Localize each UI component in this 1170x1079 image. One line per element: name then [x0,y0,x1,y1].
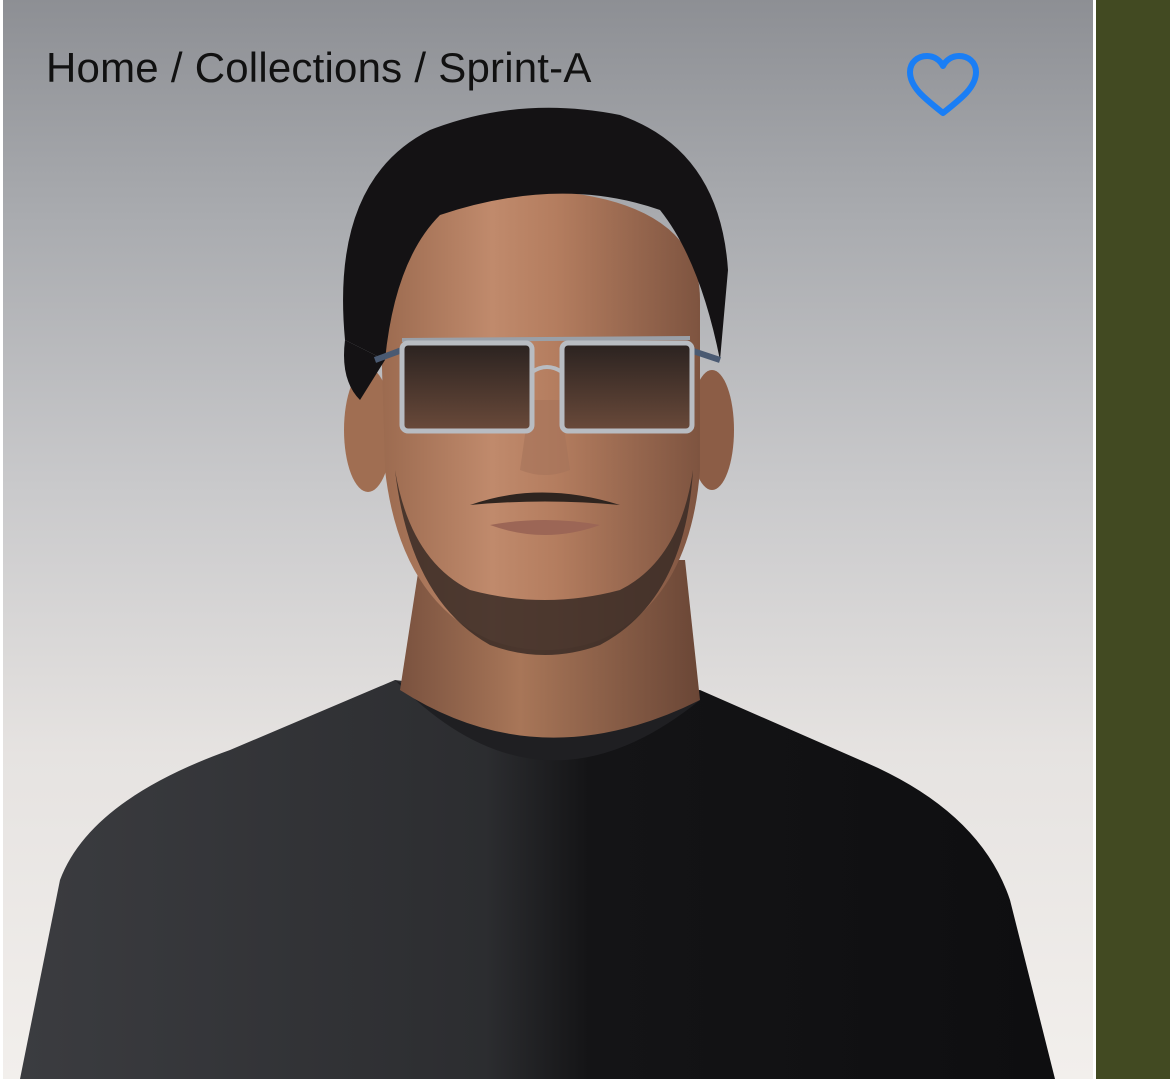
model-portrait [20,107,1055,1079]
heart-outline-icon [907,53,979,116]
breadcrumb-home-link[interactable]: Home [46,44,159,91]
side-panel [1093,0,1170,1079]
product-hero-image [0,0,1093,1079]
breadcrumb: Home / Collections / Sprint-A [46,42,592,94]
favorite-button[interactable] [903,50,983,120]
product-page: Home / Collections / Sprint-A [0,0,1170,1079]
breadcrumb-current: Sprint-A [438,44,592,91]
breadcrumb-collections-link[interactable]: Collections [195,44,403,91]
breadcrumb-separator: / [170,44,183,91]
breadcrumb-separator: / [414,44,427,91]
